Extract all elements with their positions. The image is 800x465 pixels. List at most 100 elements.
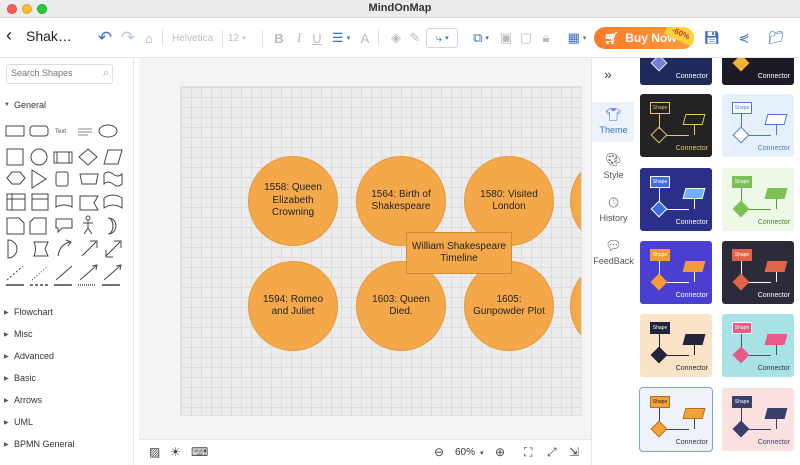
theme-card-selected[interactable]: Shape Connector <box>639 387 713 452</box>
share-icon: ⋞ <box>738 30 750 45</box>
chevron-down-icon: ▾ <box>346 35 351 42</box>
line-styles-row[interactable] <box>4 280 128 290</box>
zoom-level[interactable]: 60% <box>455 447 475 458</box>
paint-bucket-icon: ◈ <box>391 30 401 45</box>
brightness-icon[interactable]: ☀ <box>170 445 181 459</box>
document-title[interactable]: Shak… <box>26 28 72 44</box>
buy-now-button[interactable]: 🛒︎ Buy Now -60% <box>594 27 694 49</box>
tab-theme[interactable]: 👕︎ Theme <box>592 102 635 142</box>
zoom-out-icon[interactable]: ⊖ <box>434 445 444 459</box>
shape-library[interactable]: Text <box>4 122 128 290</box>
keyboard-icon[interactable]: ⌨ <box>191 445 208 459</box>
share-button[interactable]: ⋞ <box>736 28 752 48</box>
export-button[interactable]: 📁︎ <box>767 28 785 48</box>
collapse-panel-icon[interactable]: » <box>604 66 612 82</box>
tab-style[interactable]: 🎨︎ Style <box>592 150 635 180</box>
clock-icon: 🕓︎ <box>608 195 619 210</box>
theme-card[interactable]: Shape Connector <box>640 94 712 157</box>
search-shapes-input[interactable] <box>11 68 91 78</box>
bold-button[interactable]: B <box>272 28 286 48</box>
save-button[interactable]: 💾︎ <box>704 28 721 48</box>
rectangle-shape <box>5 125 25 137</box>
group-button[interactable]: ▣ <box>498 28 514 48</box>
square-shape <box>6 148 24 166</box>
timeline-title-node[interactable]: William Shakespeare Timeline <box>406 232 512 274</box>
right-tab-bar: » 👕︎ Theme 🎨︎ Style 🕓︎ History 💬︎ FeedBa… <box>591 58 635 465</box>
lock-button[interactable]: 🔒︎ <box>538 28 554 48</box>
timeline-node[interactable]: 1603: Queen Died. <box>356 261 446 351</box>
category-misc[interactable]: ▶ Misc <box>4 329 33 339</box>
group-icon: ▣ <box>499 30 513 45</box>
arrange-button[interactable]: ⧉ ▾ <box>470 28 492 48</box>
chevron-down-icon: ▾ <box>582 35 587 42</box>
redo-button[interactable]: ↷ <box>120 28 136 48</box>
undo-button[interactable]: ↶ <box>96 28 114 48</box>
timeline-node[interactable]: 1558: Queen Elizabeth Crowning <box>248 156 338 246</box>
category-basic[interactable]: ▶ Basic <box>4 373 36 383</box>
theme-card[interactable]: Connector <box>722 58 794 85</box>
canvas-area[interactable]: 1558: Queen Elizabeth Crowning 1564: Bir… <box>139 58 591 439</box>
category-arrows[interactable]: ▶ Arrows <box>4 395 42 405</box>
timeline-node[interactable]: 1594: Romeo and Juliet <box>248 261 338 351</box>
fit-screen-icon[interactable]: ⛶ <box>524 445 532 460</box>
theme-panel: Connector Connector Shape Connector Shap… <box>634 58 800 465</box>
underline-button[interactable]: U <box>310 28 324 48</box>
expanded-triangle-icon: ▼ <box>4 102 10 108</box>
theme-card[interactable]: Shape Connector <box>722 94 794 157</box>
image-icon[interactable]: ▨ <box>149 445 160 459</box>
expand-icon[interactable]: ⇲ <box>569 445 579 459</box>
theme-card[interactable]: Shape Connector <box>722 241 794 304</box>
timeline-node[interactable]: 1605: Gunpowder Plot <box>464 261 554 351</box>
tab-history[interactable]: 🕓︎ History <box>592 193 635 223</box>
fullscreen-icon[interactable]: ⤢ <box>547 445 557 460</box>
text-align-button[interactable]: ☰ ▾ <box>331 28 351 48</box>
connector-style-button[interactable]: ⤷ ▾ <box>426 28 458 48</box>
zoom-in-icon[interactable]: ⊕ <box>495 445 505 459</box>
italic-button[interactable]: I <box>292 28 306 48</box>
parallelogram-shape <box>103 149 123 165</box>
theme-card[interactable]: Shape Connector <box>640 241 712 304</box>
text-color-button[interactable]: A <box>358 28 372 48</box>
lock-icon: 🔒︎ <box>542 30 550 45</box>
ungroup-button[interactable]: ▢ <box>518 28 534 48</box>
ungroup-icon: ▢ <box>519 30 533 45</box>
category-advanced[interactable]: ▶ Advanced <box>4 351 54 361</box>
shapes-sidebar: ⌕ ▼ General <box>0 58 134 465</box>
chevron-down-icon[interactable]: ▾ <box>480 449 484 457</box>
category-bpmn-general[interactable]: ▶ BPMN General <box>4 439 75 449</box>
chevron-left-icon: ‹ <box>6 24 12 45</box>
theme-card[interactable]: Shape Connector <box>640 168 712 231</box>
format-painter-icon: ⌂ <box>145 30 153 46</box>
timeline-node-partial[interactable] <box>570 156 581 246</box>
undo-icon: ↶ <box>97 28 113 47</box>
toolbar: ‹ Shak… ↶ ↷ ⌂ Helvetica 12 ▾ B I U ☰ ▾ A ◈… <box>0 18 800 58</box>
font-size-select[interactable]: 12 ▾ <box>228 28 256 48</box>
pen-icon: ✎ <box>409 30 421 45</box>
align-icon: ☰ <box>331 30 344 45</box>
back-button[interactable]: ‹ <box>2 25 16 45</box>
chevron-down-icon: ▾ <box>445 35 449 42</box>
theme-card[interactable]: Shape Connector <box>722 388 794 451</box>
table-button[interactable]: ▦ ▾ <box>566 28 588 48</box>
search-shapes-box[interactable]: ⌕ <box>6 64 113 84</box>
diagram-board[interactable]: 1558: Queen Elizabeth Crowning 1564: Bir… <box>180 86 582 416</box>
hexagon-shape <box>6 171 26 185</box>
window-title: MindOnMap <box>368 2 432 14</box>
category-uml[interactable]: ▶ UML <box>4 417 33 427</box>
theme-card[interactable]: Shape Connector <box>722 314 794 377</box>
category-general[interactable]: ▼ General <box>4 100 46 110</box>
tab-feedback[interactable]: 💬︎ FeedBack <box>592 236 635 266</box>
timeline-node-partial[interactable] <box>570 261 581 351</box>
theme-card[interactable]: Shape Connector <box>640 314 712 377</box>
font-family-select[interactable]: Helvetica <box>172 28 224 48</box>
theme-card[interactable]: Connector <box>640 58 712 85</box>
line-color-button[interactable]: ✎ <box>407 28 423 48</box>
format-painter-button[interactable]: ⌂ <box>142 28 156 48</box>
fill-color-button[interactable]: ◈ <box>388 28 404 48</box>
chat-icon: 💬︎ <box>605 238 622 253</box>
export-folder-icon: 📁︎ <box>767 30 785 45</box>
category-flowchart[interactable]: ▶ Flowchart <box>4 307 53 317</box>
connector-icon: ⤷ <box>435 30 443 45</box>
collapsed-triangle-icon: ▶ <box>4 441 9 448</box>
theme-card[interactable]: Shape Connector <box>722 168 794 231</box>
